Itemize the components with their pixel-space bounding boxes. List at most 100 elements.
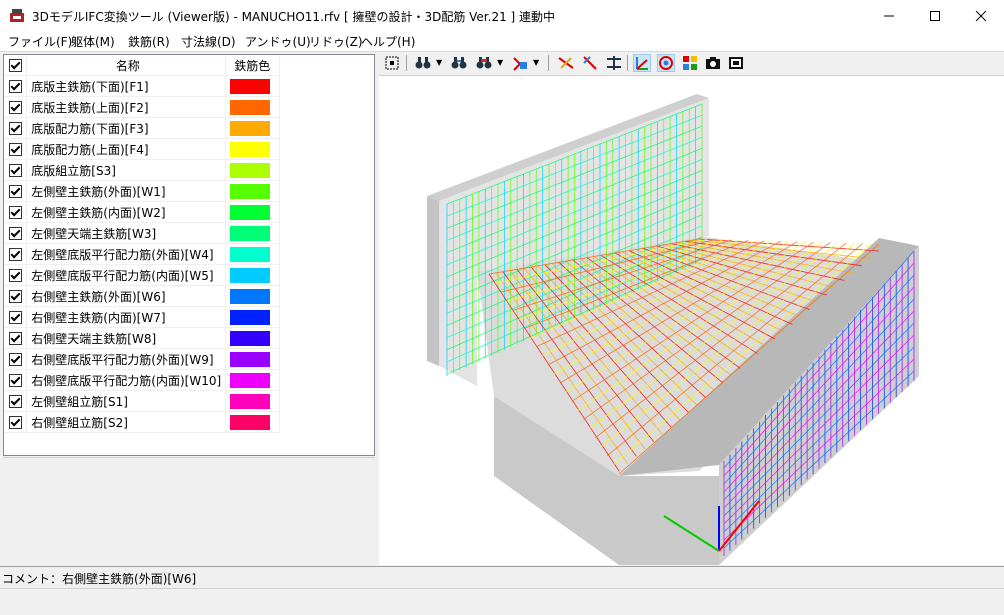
dropdown-arrow-icon[interactable]: ▼ [497, 54, 503, 72]
layer-visibility-checkbox[interactable] [8, 185, 22, 198]
search-view-button[interactable] [414, 54, 432, 72]
maximize-button[interactable] [912, 0, 958, 31]
layer-visibility-checkbox[interactable] [8, 395, 22, 408]
layer-visibility-cell[interactable] [4, 96, 28, 118]
color-palette-button[interactable] [681, 54, 699, 72]
layer-name[interactable]: 右側壁主鉄筋(外面)[W6] [26, 285, 226, 307]
layer-visibility-cell[interactable] [4, 348, 28, 370]
rebar-3d-model[interactable] [379, 76, 1004, 565]
layer-visibility-checkbox[interactable] [8, 269, 22, 282]
rebar-select-button[interactable] [557, 54, 575, 72]
layer-color-cell[interactable] [225, 96, 281, 118]
layer-visibility-checkbox[interactable] [8, 101, 22, 114]
table-row[interactable]: 右側壁天端主鉄筋[W8] [4, 327, 281, 349]
layer-visibility-cell[interactable] [4, 264, 28, 286]
layer-name[interactable]: 左側壁主鉄筋(内面)[W2] [26, 201, 226, 223]
layer-visibility-cell[interactable] [4, 306, 28, 328]
layer-color-cell[interactable] [225, 201, 281, 223]
layer-visibility-checkbox[interactable] [8, 311, 22, 324]
table-row[interactable]: 左側壁天端主鉄筋[W3] [4, 222, 281, 244]
select-all-checkbox[interactable] [8, 59, 22, 72]
layer-visibility-cell[interactable] [4, 138, 28, 160]
layer-color-cell[interactable] [225, 390, 281, 412]
layer-visibility-checkbox[interactable] [8, 374, 22, 387]
table-row[interactable]: 底版組立筋[S3] [4, 159, 281, 181]
layer-visibility-cell[interactable] [4, 201, 28, 223]
menu-rebar[interactable]: 鉄筋(R) [128, 33, 170, 50]
layer-visibility-cell[interactable] [4, 75, 28, 97]
layer-visibility-checkbox[interactable] [8, 416, 22, 429]
layer-visibility-checkbox[interactable] [8, 164, 22, 177]
column-header-name[interactable]: 名称 [26, 55, 226, 76]
layer-name[interactable]: 左側壁主鉄筋(外面)[W1] [26, 180, 226, 202]
layer-visibility-cell[interactable] [4, 243, 28, 265]
table-row[interactable]: 右側壁底版平行配力筋(内面)[W10] [4, 369, 281, 391]
layer-color-cell[interactable] [225, 159, 281, 181]
layer-visibility-checkbox[interactable] [8, 206, 22, 219]
menu-undo[interactable]: アンドゥ(U) [245, 33, 311, 50]
dropdown-arrow-icon[interactable]: ▼ [533, 54, 539, 72]
select-all-checkbox-cell[interactable] [4, 55, 28, 76]
layer-name[interactable]: 右側壁主鉄筋(内面)[W7] [26, 306, 226, 328]
layer-color-swatch[interactable] [229, 183, 270, 199]
layer-color-swatch[interactable] [229, 225, 270, 241]
table-row[interactable]: 底版配力筋(上面)[F4] [4, 138, 281, 160]
layer-color-swatch[interactable] [229, 393, 270, 409]
menu-help[interactable]: ヘルプ(H) [361, 33, 415, 50]
menu-file[interactable]: ファイル(F) [8, 33, 72, 50]
layer-name[interactable]: 左側壁底版平行配力筋(外面)[W4] [26, 243, 226, 265]
layer-name[interactable]: 右側壁組立筋[S2] [26, 411, 226, 433]
3d-viewport[interactable] [379, 75, 1004, 565]
layer-visibility-checkbox[interactable] [8, 143, 22, 156]
layer-color-swatch[interactable] [229, 351, 270, 367]
layer-color-swatch[interactable] [229, 204, 270, 220]
table-row[interactable]: 右側壁底版平行配力筋(外面)[W9] [4, 348, 281, 370]
layer-name[interactable]: 右側壁底版平行配力筋(内面)[W10] [26, 369, 226, 391]
layer-color-swatch[interactable] [229, 246, 270, 262]
zoom-out-button[interactable] [475, 54, 493, 72]
render-mode-button[interactable] [657, 54, 675, 72]
menu-dimension[interactable]: 寸法線(D) [181, 33, 236, 50]
layer-name[interactable]: 底版主鉄筋(下面)[F1] [26, 75, 226, 97]
layer-visibility-cell[interactable] [4, 222, 28, 244]
layer-color-cell[interactable] [225, 327, 281, 349]
layer-color-cell[interactable] [225, 369, 281, 391]
layer-name[interactable]: 底版組立筋[S3] [26, 159, 226, 181]
layer-visibility-checkbox[interactable] [8, 122, 22, 135]
layer-color-cell[interactable] [225, 348, 281, 370]
layer-color-swatch[interactable] [229, 414, 270, 430]
layer-visibility-checkbox[interactable] [8, 290, 22, 303]
layer-visibility-checkbox[interactable] [8, 248, 22, 261]
layer-visibility-checkbox[interactable] [8, 353, 22, 366]
layer-color-swatch[interactable] [229, 99, 270, 115]
layer-color-swatch[interactable] [229, 162, 270, 178]
camera-button[interactable] [704, 54, 722, 72]
column-header-color[interactable]: 鉄筋色 [225, 55, 281, 76]
table-row[interactable]: 右側壁主鉄筋(内面)[W7] [4, 306, 281, 328]
layer-visibility-checkbox[interactable] [8, 80, 22, 93]
minimize-button[interactable] [866, 0, 912, 31]
table-row[interactable]: 底版主鉄筋(下面)[F1] [4, 75, 281, 97]
rebar-transform-button[interactable] [581, 54, 599, 72]
layer-name[interactable]: 右側壁底版平行配力筋(外面)[W9] [26, 348, 226, 370]
layer-name[interactable]: 底版配力筋(下面)[F3] [26, 117, 226, 139]
table-row[interactable]: 左側壁組立筋[S1] [4, 390, 281, 412]
layer-color-swatch[interactable] [229, 78, 270, 94]
layer-color-swatch[interactable] [229, 288, 270, 304]
layer-visibility-cell[interactable] [4, 369, 28, 391]
layer-visibility-cell[interactable] [4, 285, 28, 307]
menu-structure[interactable]: 躯体(M) [71, 33, 115, 50]
fit-view-button[interactable] [383, 54, 401, 72]
table-row[interactable]: 右側壁主鉄筋(外面)[W6] [4, 285, 281, 307]
layer-color-swatch[interactable] [229, 120, 270, 136]
layer-color-cell[interactable] [225, 306, 281, 328]
capture-button[interactable] [727, 54, 745, 72]
layer-visibility-cell[interactable] [4, 117, 28, 139]
layer-color-cell[interactable] [225, 180, 281, 202]
layer-visibility-cell[interactable] [4, 390, 28, 412]
table-row[interactable]: 左側壁底版平行配力筋(外面)[W4] [4, 243, 281, 265]
close-button[interactable] [958, 0, 1004, 31]
table-row[interactable]: 底版主鉄筋(上面)[F2] [4, 96, 281, 118]
align-button[interactable] [605, 54, 623, 72]
layer-color-swatch[interactable] [229, 330, 270, 346]
